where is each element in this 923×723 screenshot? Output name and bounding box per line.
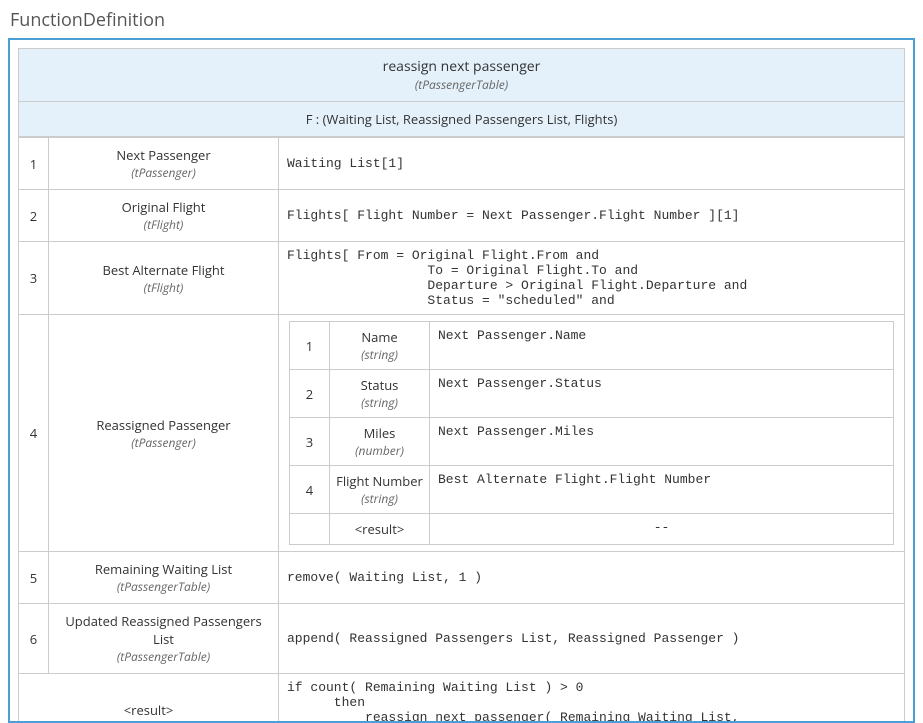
- table-row: 2 Original Flight (tFlight) Flights[ Fli…: [19, 190, 905, 242]
- function-params: F : (Waiting List, Reassigned Passengers…: [18, 102, 905, 137]
- function-header: reassign next passenger (tPassengerTable…: [18, 48, 905, 102]
- nested-index-empty: [290, 514, 330, 545]
- nested-label: Name (string): [330, 322, 430, 370]
- nested-expression[interactable]: Next Passenger.Status: [430, 370, 894, 418]
- row-index: 5: [19, 552, 49, 604]
- nested-index: 2: [290, 370, 330, 418]
- nested-index: 4: [290, 466, 330, 514]
- nested-result-label: <result>: [330, 514, 430, 545]
- nested-container: 1 Name (string) Next Passenger.Name 2 St…: [279, 315, 905, 552]
- table-row: 4 Flight Number (string) Best Alternate …: [290, 466, 894, 514]
- result-label: <result>: [19, 674, 279, 723]
- nested-label: Flight Number (string): [330, 466, 430, 514]
- table-row: <result> --: [290, 514, 894, 545]
- row-label: Remaining Waiting List (tPassengerTable): [49, 552, 279, 604]
- table-row: 6 Updated Reassigned Passengers List (tP…: [19, 604, 905, 674]
- result-expression[interactable]: if count( Remaining Waiting List ) > 0 t…: [279, 674, 905, 723]
- definition-table: 1 Next Passenger (tPassenger) Waiting Li…: [18, 137, 905, 723]
- table-row: 2 Status (string) Next Passenger.Status: [290, 370, 894, 418]
- table-row: 1 Next Passenger (tPassenger) Waiting Li…: [19, 138, 905, 190]
- nested-table: 1 Name (string) Next Passenger.Name 2 St…: [289, 321, 894, 545]
- table-row: 3 Best Alternate Flight (tFlight) Flight…: [19, 242, 905, 315]
- nested-index: 3: [290, 418, 330, 466]
- table-row: 3 Miles (number) Next Passenger.Miles: [290, 418, 894, 466]
- page-title: FunctionDefinition: [0, 0, 923, 38]
- nested-label: Status (string): [330, 370, 430, 418]
- row-expression[interactable]: append( Reassigned Passengers List, Reas…: [279, 604, 905, 674]
- row-expression[interactable]: Waiting List[1]: [279, 138, 905, 190]
- row-expression[interactable]: Flights[ From = Original Flight.From and…: [279, 242, 905, 315]
- nested-expression[interactable]: Next Passenger.Miles: [430, 418, 894, 466]
- nested-label: Miles (number): [330, 418, 430, 466]
- function-type: (tPassengerTable): [19, 76, 904, 93]
- row-expression[interactable]: Flights[ Flight Number = Next Passenger.…: [279, 190, 905, 242]
- table-row: <result> if count( Remaining Waiting Lis…: [19, 674, 905, 723]
- row-index: 4: [19, 315, 49, 552]
- row-label: Original Flight (tFlight): [49, 190, 279, 242]
- row-expression[interactable]: remove( Waiting List, 1 ): [279, 552, 905, 604]
- row-label: Next Passenger (tPassenger): [49, 138, 279, 190]
- function-name: reassign next passenger: [19, 57, 904, 76]
- table-row: 1 Name (string) Next Passenger.Name: [290, 322, 894, 370]
- table-row: 5 Remaining Waiting List (tPassengerTabl…: [19, 552, 905, 604]
- nested-result-expression[interactable]: --: [430, 514, 894, 545]
- row-index: 3: [19, 242, 49, 315]
- row-index: 2: [19, 190, 49, 242]
- nested-expression[interactable]: Best Alternate Flight.Flight Number: [430, 466, 894, 514]
- nested-index: 1: [290, 322, 330, 370]
- function-definition-container: reassign next passenger (tPassengerTable…: [8, 38, 915, 723]
- table-row: 4 Reassigned Passenger (tPassenger) 1 Na…: [19, 315, 905, 552]
- row-label: Reassigned Passenger (tPassenger): [49, 315, 279, 552]
- row-label: Updated Reassigned Passengers List (tPas…: [49, 604, 279, 674]
- nested-expression[interactable]: Next Passenger.Name: [430, 322, 894, 370]
- row-label: Best Alternate Flight (tFlight): [49, 242, 279, 315]
- row-index: 1: [19, 138, 49, 190]
- row-index: 6: [19, 604, 49, 674]
